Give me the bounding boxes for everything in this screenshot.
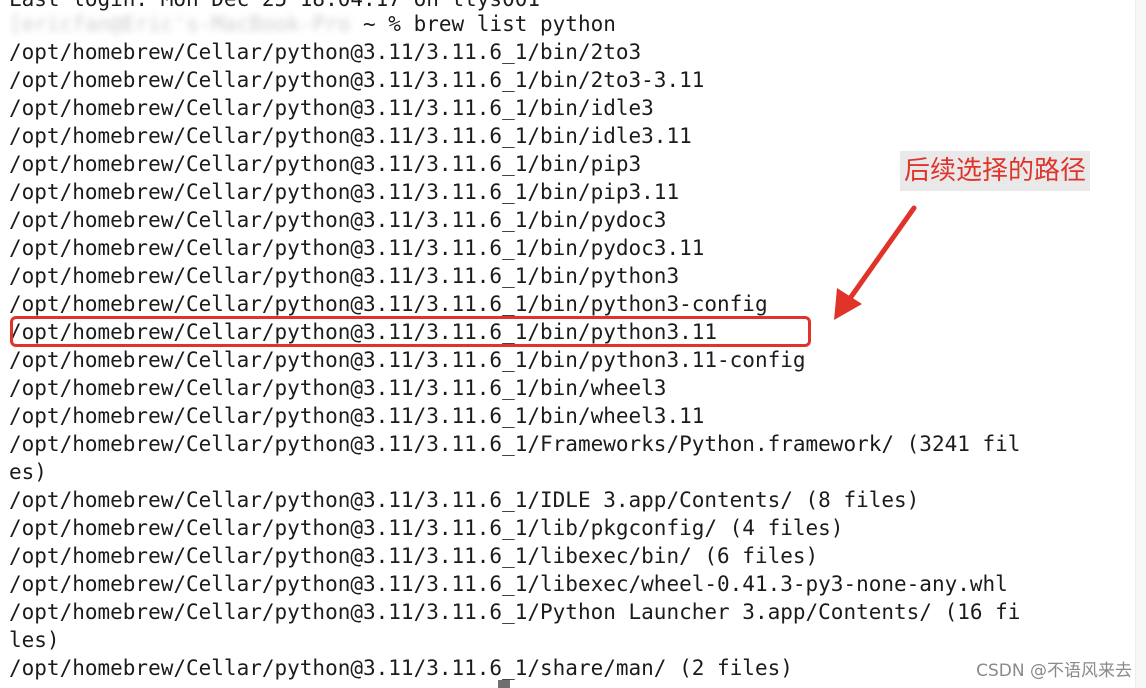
annotation-arrow-icon (834, 205, 917, 320)
output-line: /opt/homebrew/Cellar/python@3.11/3.11.6_… (9, 152, 642, 176)
output-line: /opt/homebrew/Cellar/python@3.11/3.11.6_… (9, 432, 1021, 456)
output-line: /opt/homebrew/Cellar/python@3.11/3.11.6_… (9, 544, 819, 568)
output-line: /opt/homebrew/Cellar/python@3.11/3.11.6_… (9, 180, 680, 204)
prompt-line: [ericfan@Eric's-MacBook-Pro ~ % brew lis… (9, 10, 616, 38)
output-line: /opt/homebrew/Cellar/python@3.11/3.11.6_… (9, 488, 920, 512)
output-line: /opt/homebrew/Cellar/python@3.11/3.11.6_… (9, 236, 705, 260)
output-line: /opt/homebrew/Cellar/python@3.11/3.11.6_… (9, 208, 667, 232)
output-line: /opt/homebrew/Cellar/python@3.11/3.11.6_… (9, 572, 1008, 596)
output-line: /opt/homebrew/Cellar/python@3.11/3.11.6_… (9, 96, 654, 120)
output-line: es) (9, 460, 47, 484)
output-line: /opt/homebrew/Cellar/python@3.11/3.11.6_… (9, 40, 642, 64)
output-line: les) (9, 628, 60, 652)
scrollbar[interactable] (1135, 0, 1146, 688)
text-cursor (498, 680, 510, 688)
output-line: /opt/homebrew/Cellar/python@3.11/3.11.6_… (9, 264, 680, 288)
output-line: /opt/homebrew/Cellar/python@3.11/3.11.6_… (9, 600, 1021, 624)
terminal-window[interactable]: Last login: Mon Dec 25 18:04:17 on ttys0… (0, 0, 1146, 688)
output-line: /opt/homebrew/Cellar/python@3.11/3.11.6_… (9, 376, 667, 400)
output-line: /opt/homebrew/Cellar/python@3.11/3.11.6_… (9, 124, 692, 148)
watermark: CSDN @不语风来去 (976, 661, 1132, 681)
annotation-label: 后续选择的路径 (900, 151, 1091, 191)
blurred-prompt: [ericfan@Eric's-MacBook-Pro (9, 12, 351, 36)
output-line: /opt/homebrew/Cellar/python@3.11/3.11.6_… (9, 404, 705, 428)
highlight-box (10, 316, 811, 347)
command-text: brew list python (413, 12, 616, 36)
output-line: /opt/homebrew/Cellar/python@3.11/3.11.6_… (9, 348, 806, 372)
prompt-symbol: ~ % (350, 12, 414, 36)
output-line: /opt/homebrew/Cellar/python@3.11/3.11.6_… (9, 292, 768, 316)
output-line: /opt/homebrew/Cellar/python@3.11/3.11.6_… (9, 68, 705, 92)
output-line: /opt/homebrew/Cellar/python@3.11/3.11.6_… (9, 516, 844, 540)
output-line: /opt/homebrew/Cellar/python@3.11/3.11.6_… (9, 656, 793, 680)
